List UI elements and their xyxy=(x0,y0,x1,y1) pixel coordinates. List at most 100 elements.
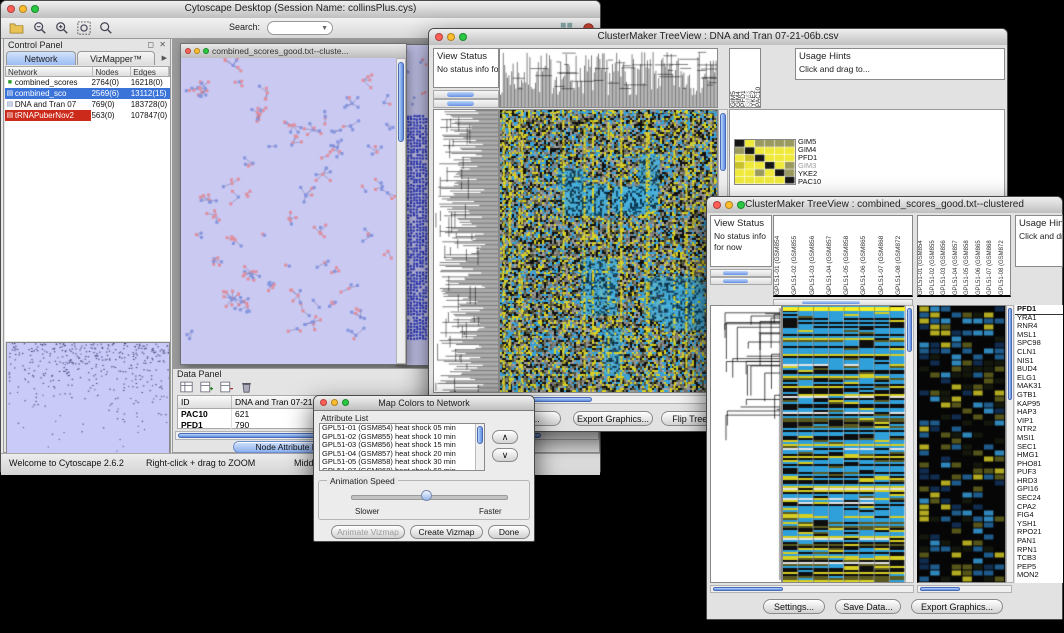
dialog-titlebar[interactable]: Map Colors to Network xyxy=(314,396,534,411)
row-dendrogram-canvas[interactable] xyxy=(433,109,499,393)
minimize-button[interactable] xyxy=(725,201,733,209)
combo-arrow-icon[interactable]: ▼ xyxy=(321,25,328,32)
search-input[interactable]: ▼ xyxy=(267,21,333,35)
global-heatmap-canvas[interactable] xyxy=(499,109,718,393)
open-folder-icon[interactable] xyxy=(7,20,25,36)
save-data-label: Save Data... xyxy=(843,602,893,612)
zoom-button[interactable] xyxy=(31,5,39,13)
done-button[interactable]: Done xyxy=(488,525,530,539)
mini-hscrollbar[interactable] xyxy=(710,277,772,285)
zoom-button[interactable] xyxy=(342,399,349,406)
close-button[interactable] xyxy=(435,33,443,41)
zoom-heatmap-canvas[interactable] xyxy=(917,305,1006,583)
frame-close-button[interactable] xyxy=(185,48,191,54)
network-vscroll-thumb[interactable] xyxy=(398,62,404,142)
save-data-button[interactable]: Save Data... xyxy=(835,599,901,614)
row-dendrogram-canvas[interactable] xyxy=(710,305,782,583)
move-down-button[interactable]: ∨ xyxy=(492,448,518,462)
move-up-button[interactable]: ∧ xyxy=(492,430,518,444)
zoom-out-icon[interactable] xyxy=(31,20,49,36)
view-status-box: View Status No status info for now xyxy=(710,215,772,267)
tab-network[interactable]: Network xyxy=(6,51,76,65)
global-heatmap-canvas[interactable] xyxy=(782,305,906,583)
frame-minimize-button[interactable] xyxy=(194,48,200,54)
heatmap-hscrollbar[interactable] xyxy=(710,585,914,593)
heatmap-vscroll-thumb[interactable] xyxy=(907,308,912,352)
trash-icon[interactable] xyxy=(237,379,255,395)
zoom-hscrollbar[interactable] xyxy=(917,585,1012,593)
column-label: GPL51-01 (GSM854 xyxy=(774,216,791,295)
speed-slider-thumb[interactable] xyxy=(421,490,432,501)
attr-select-icon[interactable] xyxy=(177,379,195,395)
main-titlebar[interactable]: Cytoscape Desktop (Session Name: collins… xyxy=(1,1,600,19)
network-row[interactable]: ■ combined_scores 2764(0) 16218(0) xyxy=(5,77,170,88)
mini-hscrollbar[interactable] xyxy=(433,99,499,108)
zoom-fit-icon[interactable] xyxy=(75,20,93,36)
network-overview-thumbnail[interactable] xyxy=(6,342,170,454)
mini-hscrollbar[interactable] xyxy=(433,90,499,99)
treeview2-titlebar[interactable]: ClusterMaker TreeView : combined_scores_… xyxy=(707,197,1062,214)
correlation-matrix-canvas[interactable] xyxy=(734,139,796,185)
network-icon: ■ xyxy=(5,77,15,88)
export-graphics-button[interactable]: Export Graphics... xyxy=(911,599,1003,614)
settings-label: Settings... xyxy=(774,602,814,612)
zoom-hscroll-thumb[interactable] xyxy=(920,587,960,591)
gene-label[interactable]: MON2 xyxy=(1015,571,1063,580)
mini-hscrollbar[interactable] xyxy=(710,269,772,277)
frame-zoom-button[interactable] xyxy=(203,48,209,54)
column-dendrogram-canvas[interactable] xyxy=(499,48,718,108)
attribute-row-id: PAC10 xyxy=(178,409,232,420)
attr-delete-icon[interactable] xyxy=(217,379,235,395)
zoom-vscroll-thumb[interactable] xyxy=(1008,308,1012,400)
network-nodes: 2569(6) xyxy=(91,88,130,99)
animate-vizmap-button[interactable]: Animate Vizmap xyxy=(331,525,405,539)
zoom-button[interactable] xyxy=(459,33,467,41)
view-status-box: View Status No status info for now xyxy=(433,48,499,88)
close-button[interactable] xyxy=(320,399,327,406)
faster-label: Faster xyxy=(479,507,502,516)
attr-create-icon[interactable] xyxy=(197,379,215,395)
header-nodes: Nodes xyxy=(93,67,131,76)
column-label: GPL51-01 (GSM854 xyxy=(918,216,930,295)
close-panel-icon[interactable]: ✕ xyxy=(159,40,166,49)
heatmap-vscrollbar[interactable] xyxy=(905,305,914,583)
tab-overflow-icon[interactable]: ▶ xyxy=(162,54,167,62)
float-panel-icon[interactable]: ◻ xyxy=(147,40,154,49)
export-graphics-label: Export Graphics... xyxy=(577,414,649,424)
up-arrow-icon: ∧ xyxy=(502,432,509,443)
column-label: GPL51-07 (GSM868 xyxy=(878,216,895,295)
network-edges: 183728(0) xyxy=(131,99,170,110)
settings-button[interactable]: Settings... xyxy=(763,599,825,614)
close-button[interactable] xyxy=(713,201,721,209)
network-icon: ▤ xyxy=(5,99,15,110)
zoom-button[interactable] xyxy=(737,201,745,209)
attribute-list[interactable]: GPL51-01 (GSM854) heat shock 05 minGPL51… xyxy=(319,423,485,471)
attribute-list-item[interactable]: GPL51-07 (GSM868) heat shock 60 min xyxy=(320,467,484,472)
network-row[interactable]: ▤ combined_sco 2569(6) 13112(15) xyxy=(5,88,170,99)
network-view-frame[interactable]: combined_scores_good.txt--cluste... xyxy=(180,43,407,365)
heatmap-vscroll-thumb[interactable] xyxy=(720,113,726,171)
network-row[interactable]: ▤ tRNAPuberNov2 563(0) 107847(0) xyxy=(5,110,170,121)
close-button[interactable] xyxy=(7,5,15,13)
tab-vizmapper[interactable]: VizMapper™ xyxy=(77,51,155,65)
list-vscrollbar[interactable] xyxy=(475,424,484,470)
network-vscrollbar[interactable] xyxy=(396,58,406,364)
minimize-button[interactable] xyxy=(331,399,338,406)
minimize-button[interactable] xyxy=(19,5,27,13)
export-graphics-button[interactable]: Export Graphics... xyxy=(573,411,653,426)
create-vizmap-button[interactable]: Create Vizmap xyxy=(410,525,483,539)
zoom-selected-icon[interactable] xyxy=(97,20,115,36)
network-frame-titlebar[interactable]: combined_scores_good.txt--cluste... xyxy=(181,44,406,59)
list-vscroll-thumb[interactable] xyxy=(477,426,483,444)
matrix-label: PAC10 xyxy=(798,178,821,186)
network-nodes: 563(0) xyxy=(91,110,130,121)
column-label: GPL51-03 (GSM856 xyxy=(809,216,826,295)
heatmap-hscroll-thumb[interactable] xyxy=(713,587,783,591)
treeview1-titlebar[interactable]: ClusterMaker TreeView : DNA and Tran 07-… xyxy=(429,29,1007,46)
zoom-vscrollbar[interactable] xyxy=(1006,305,1014,583)
network-canvas[interactable] xyxy=(181,58,396,364)
treeview2-window-controls xyxy=(713,201,745,209)
network-row[interactable]: ▤ DNA and Tran 07 769(0) 183728(0) xyxy=(5,99,170,110)
minimize-button[interactable] xyxy=(447,33,455,41)
zoom-in-icon[interactable] xyxy=(53,20,71,36)
